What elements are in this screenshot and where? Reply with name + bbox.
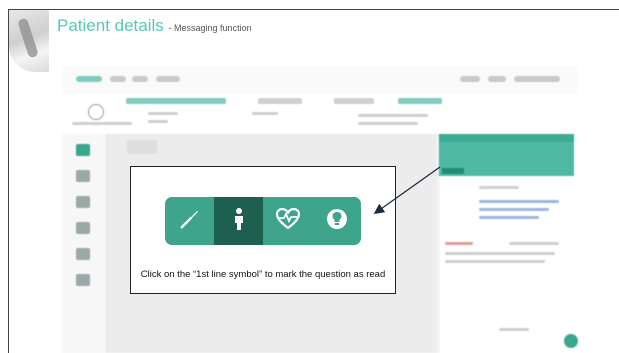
app-text-line (148, 120, 168, 123)
messaging-question-button (442, 168, 464, 174)
lightbulb-icon (326, 208, 348, 235)
tool-wrench-button[interactable] (165, 197, 214, 245)
pointer-arrow (373, 166, 441, 215)
app-messaging-panel (438, 134, 579, 353)
heart-pulse-icon (275, 207, 300, 235)
app-menu-item (156, 76, 180, 82)
slide-subtitle: - Messaging function (168, 23, 252, 33)
app-text-line (148, 112, 178, 115)
avatar-icon (88, 104, 104, 120)
app-text-line (479, 208, 549, 211)
slide-frame-top (8, 9, 619, 10)
app-search-field (514, 76, 560, 82)
app-text-line (445, 252, 555, 255)
app-text-line (358, 114, 428, 117)
slide-frame-left (8, 9, 9, 353)
app-text-line (479, 186, 519, 189)
app-tab (334, 98, 374, 104)
app-nav-icon (76, 248, 90, 260)
app-logo (76, 76, 102, 82)
app-text-line (445, 242, 473, 245)
floating-action-button[interactable] (564, 334, 578, 348)
callout-instruction: Click on the “1st line symbol” to mark t… (140, 269, 386, 280)
app-content-tab (127, 140, 157, 154)
app-tab (398, 98, 442, 104)
app-text-line (72, 122, 132, 125)
app-text-line (252, 112, 278, 115)
app-patient-header (62, 94, 578, 135)
app-nav-icon (76, 144, 90, 156)
app-menu-item (488, 76, 506, 82)
slide-title: Patient details - Messaging function (57, 16, 252, 36)
app-menu-item (132, 76, 148, 82)
app-text-line (445, 260, 545, 263)
slide-corner-decoration (9, 10, 49, 72)
messaging-panel-header (439, 134, 574, 142)
app-nav-icon (76, 222, 90, 234)
app-text-line (479, 216, 539, 219)
app-text-line (479, 200, 559, 203)
app-nav-icon (76, 170, 90, 182)
app-text-line (509, 242, 559, 245)
app-text-line (358, 122, 418, 125)
tool-first-line-button[interactable] (214, 197, 263, 245)
app-left-nav (62, 134, 107, 353)
app-nav-icon (76, 196, 90, 208)
magnified-toolbar (165, 197, 361, 245)
app-menu-item (460, 76, 480, 82)
app-nav-icon (76, 274, 90, 286)
app-text-line (499, 328, 529, 331)
app-menu-item (110, 76, 126, 82)
callout-box: Click on the “1st line symbol” to mark t… (130, 166, 396, 294)
slide-title-text: Patient details (57, 16, 164, 35)
tool-lightbulb-button[interactable] (312, 197, 361, 245)
app-tab (258, 98, 302, 104)
app-topbar (62, 66, 578, 95)
tool-heart-button[interactable] (263, 197, 312, 245)
app-tab (126, 98, 226, 104)
first-line-person-icon (231, 207, 247, 236)
wrench-icon (179, 208, 201, 235)
